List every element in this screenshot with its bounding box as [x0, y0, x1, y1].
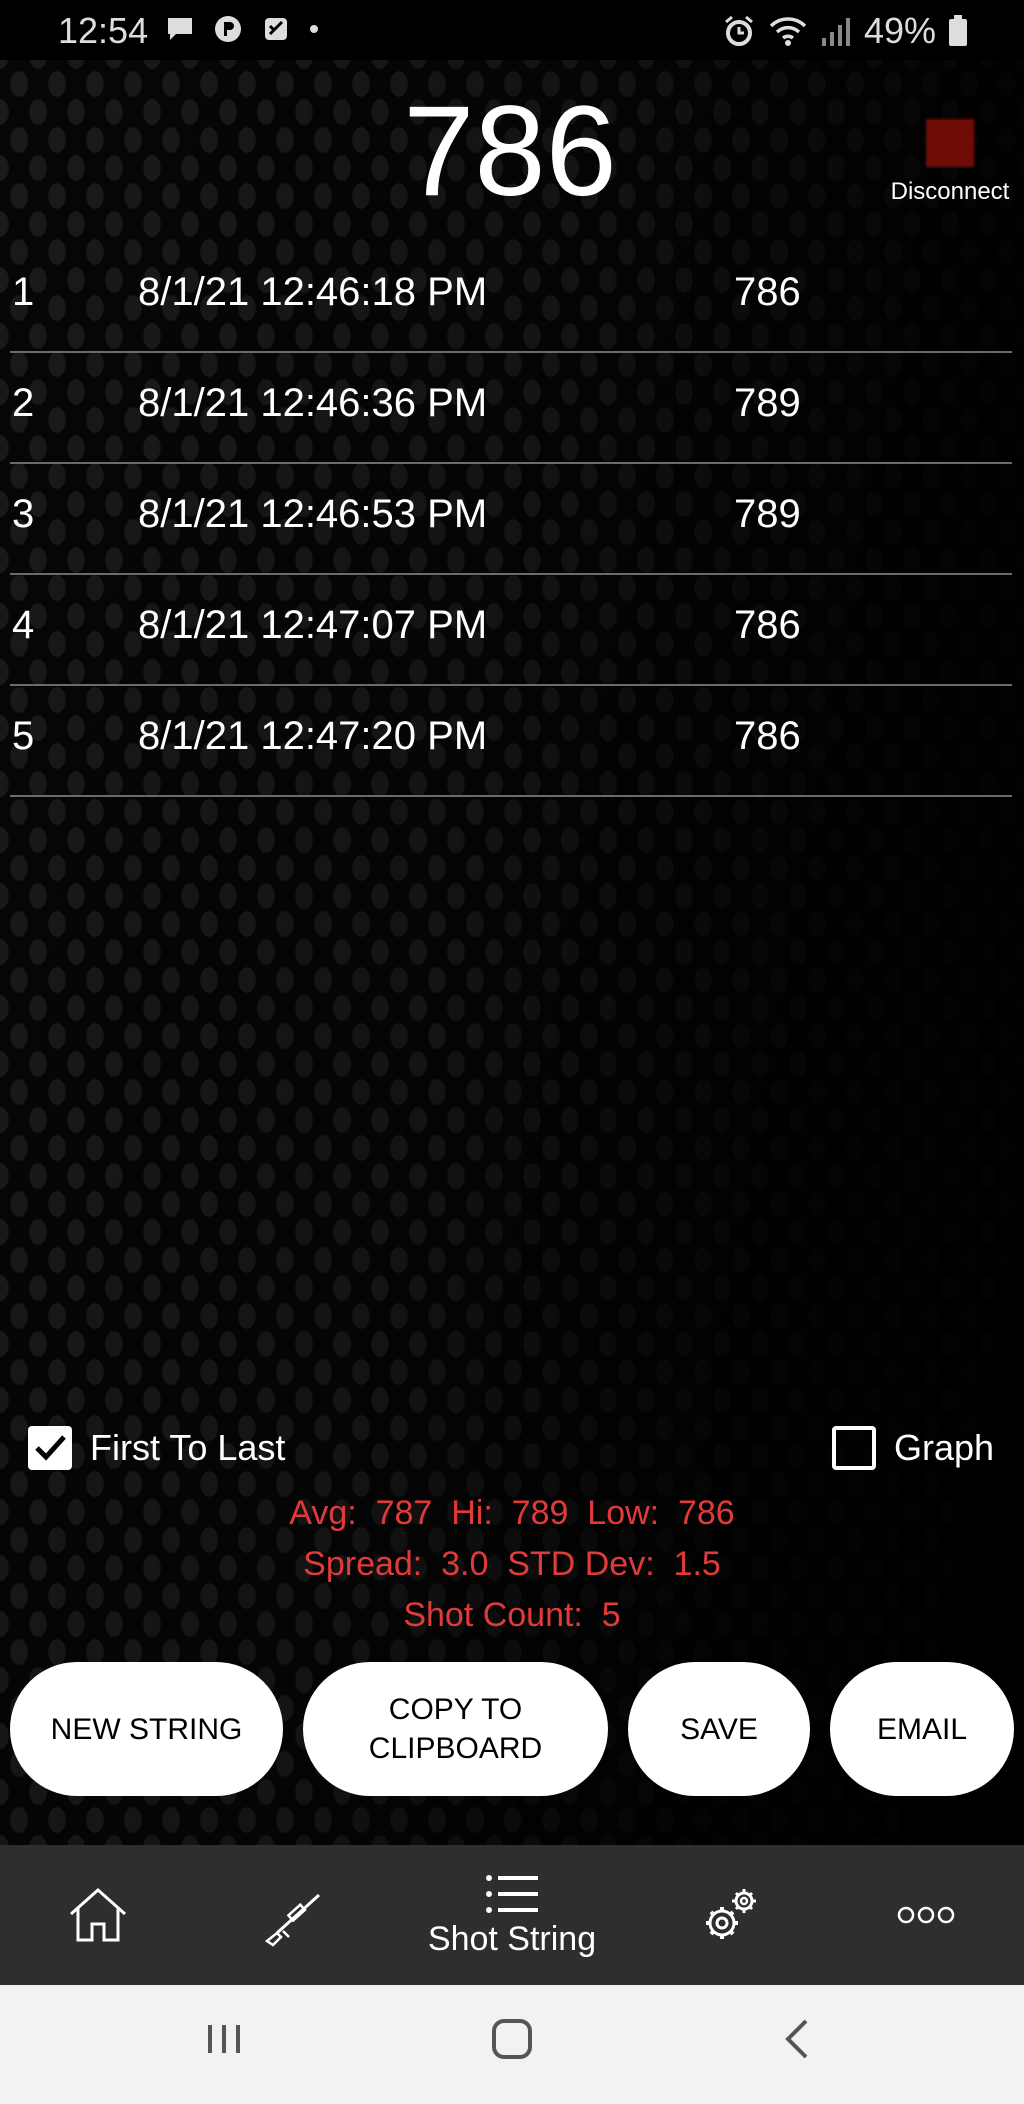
copy-to-clipboard-button[interactable]: COPY TO CLIPBOARD [303, 1662, 608, 1796]
shot-row[interactable]: 1 8/1/21 12:46:18 PM 786 [10, 242, 1012, 353]
shot-timestamp: 8/1/21 12:47:07 PM [138, 603, 488, 647]
copy-label-line1: COPY TO [388, 1693, 523, 1726]
save-button[interactable]: SAVE [628, 1662, 810, 1796]
status-bar: 12:54 49% [0, 0, 1024, 60]
shot-velocity: 789 [734, 381, 801, 425]
nav-settings[interactable] [680, 1845, 780, 1985]
signal-icon [821, 18, 850, 46]
first-to-last-label: First To Last [90, 1427, 286, 1468]
checkmark-icon [35, 1435, 66, 1461]
shot-timestamp: 8/1/21 12:47:20 PM [138, 714, 488, 758]
shot-velocity: 786 [734, 603, 801, 647]
new-string-label: NEW STRING [50, 1712, 243, 1746]
disconnect-label: Disconnect [890, 178, 1010, 205]
copy-label-line2: CLIPBOARD [368, 1732, 543, 1765]
system-nav-bar [0, 1985, 1024, 2104]
message-icon [168, 18, 192, 40]
email-button[interactable]: EMAIL [830, 1662, 1014, 1796]
shot-row[interactable]: 2 8/1/21 12:46:36 PM 789 [10, 353, 1012, 464]
app-notification-icon [265, 18, 287, 40]
home-button-icon[interactable] [488, 2015, 536, 2063]
nav-rifle[interactable] [243, 1845, 343, 1985]
p-app-icon [215, 16, 241, 42]
shot-number: 2 [12, 381, 35, 425]
graph-checkbox[interactable] [832, 1426, 876, 1470]
more-icon [897, 1906, 955, 1924]
shot-row[interactable]: 3 8/1/21 12:46:53 PM 789 [10, 464, 1012, 575]
shot-row[interactable]: 5 8/1/21 12:47:20 PM 786 [10, 686, 1012, 797]
new-string-button[interactable]: NEW STRING [10, 1662, 283, 1796]
stats-avg-hi-low: Avg: 787 Hi: 789 Low: 786 [289, 1494, 735, 1532]
rifle-icon [264, 1893, 321, 1947]
graph-label: Graph [894, 1427, 995, 1468]
email-label: EMAIL [876, 1712, 968, 1746]
bottom-nav: Shot String [0, 1845, 1024, 1985]
stats-line-count: Shot Count: 5 [0, 1596, 1024, 1635]
stats-line-spread: Spread: 3.0 STD Dev: 1.5 [0, 1545, 1024, 1584]
gears-icon [706, 1889, 756, 1939]
first-to-last-option[interactable]: First To Last [28, 1426, 285, 1470]
current-velocity: 786 [403, 80, 617, 223]
status-time: 12:54 [58, 10, 149, 51]
recents-icon[interactable] [202, 2015, 246, 2063]
shot-timestamp: 8/1/21 12:46:36 PM [138, 381, 488, 425]
save-label: SAVE [680, 1712, 758, 1746]
shot-velocity: 786 [734, 270, 801, 314]
nav-home[interactable] [48, 1845, 148, 1985]
shot-list: 1 8/1/21 12:46:18 PM 786 2 8/1/21 12:46:… [10, 242, 1012, 797]
wifi-icon [769, 17, 807, 46]
nav-more[interactable] [876, 1845, 976, 1985]
list-icon [486, 1874, 538, 1913]
stats-line-avg: Avg: 787 Hi: 789 Low: 786 [0, 1494, 1024, 1533]
shot-number: 1 [12, 270, 35, 314]
first-to-last-checkbox[interactable] [28, 1426, 72, 1470]
more-notifications-dot [310, 25, 318, 33]
back-icon[interactable] [776, 2015, 820, 2063]
alarm-icon [724, 15, 753, 46]
shot-number: 3 [12, 492, 35, 536]
stats-spread-std: Spread: 3.0 STD Dev: 1.5 [303, 1545, 721, 1583]
graph-option[interactable]: Graph [832, 1426, 994, 1470]
battery-percent: 49% [863, 10, 936, 51]
shot-velocity: 786 [734, 714, 801, 758]
shot-row[interactable]: 4 8/1/21 12:47:07 PM 786 [10, 575, 1012, 686]
disconnect-button[interactable]: Disconnect [880, 118, 1020, 206]
shot-number: 5 [12, 714, 35, 758]
home-icon [70, 1887, 126, 1942]
connection-indicator [925, 118, 975, 168]
battery-icon [949, 15, 967, 46]
shot-timestamp: 8/1/21 12:46:53 PM [138, 492, 488, 536]
shot-timestamp: 8/1/21 12:46:18 PM [138, 270, 488, 314]
nav-shot-string[interactable]: Shot String [400, 1845, 624, 1985]
shot-number: 4 [12, 603, 35, 647]
nav-shot-string-label: Shot String [427, 1919, 597, 1958]
stats-shot-count: Shot Count: 5 [403, 1596, 621, 1634]
shot-velocity: 789 [734, 492, 801, 536]
